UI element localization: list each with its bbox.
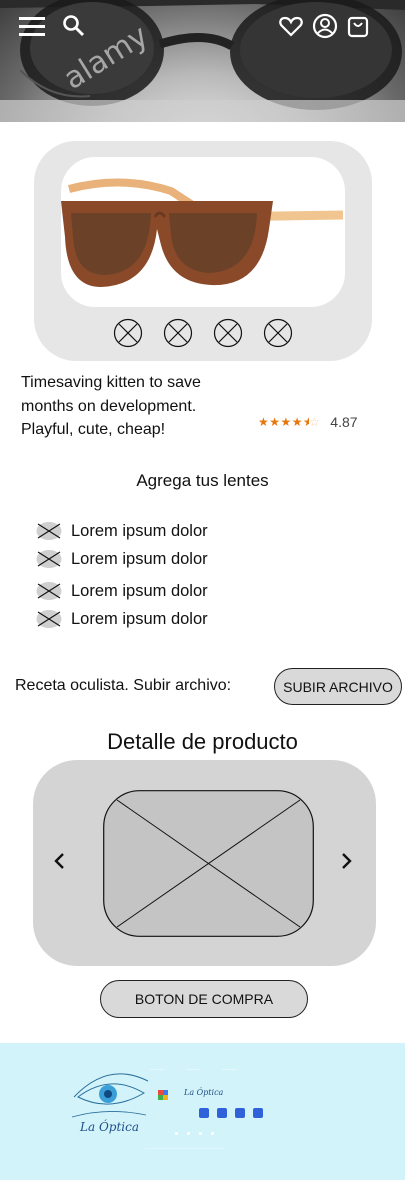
user-circle-icon[interactable] [311,12,339,40]
product-image-card [34,141,372,361]
product-main-image [61,157,345,307]
lens-option-placeholder-icon [36,522,62,540]
rating-value: 4.87 [330,414,358,430]
pagination-dot [211,1132,214,1135]
sunglasses-product-image [61,178,344,287]
footer-brand-name: La Óptica [184,1088,224,1097]
rating-stars-icon: ★★★★★☆ [258,415,321,429]
lens-option-label: Lorem ipsum dolor [71,581,208,600]
footer-link-2[interactable]: ——— [186,1067,201,1073]
prescription-label: Receta oculista. Subir archivo: [15,677,232,694]
lens-option-2[interactable]: Lorem ipsum dolor [36,549,208,569]
product-detail-title: Detalle de producto [107,729,298,754]
lens-option-placeholder-icon [36,550,62,568]
chevron-right-icon[interactable] [337,849,357,873]
pagination-dot [199,1132,202,1135]
search-icon[interactable] [60,12,88,40]
upload-file-button[interactable]: SUBIR ARCHIVO [274,668,402,705]
lens-option-placeholder-icon [36,582,62,600]
product-rating: ★★★★★☆ 4.87 [258,414,358,430]
thumbnail-placeholder-4[interactable] [263,318,293,348]
lens-option-label: Lorem ipsum dolor [71,609,208,628]
lens-option-placeholder-icon [36,610,62,628]
thumbnail-placeholder-3[interactable] [213,318,243,348]
footer-link-3[interactable]: ——— [222,1067,237,1073]
la-optica-logo: La Óptica [71,1073,149,1134]
hero-banner: alamy [0,0,405,122]
svg-text:La Óptica: La Óptica [79,1118,139,1134]
heart-icon[interactable] [277,12,305,40]
footer-link-1[interactable]: ——— [150,1067,165,1073]
lens-option-label: Lorem ipsum dolor [71,549,208,568]
product-detail-carousel [33,760,376,966]
youtube-icon[interactable] [253,1108,263,1118]
thumbnail-placeholder-2[interactable] [163,318,193,348]
pagination-dot [175,1132,178,1135]
copyright-line: ———————————————————— [145,1145,225,1150]
buy-button[interactable]: BOTON DE COMPRA [100,980,308,1018]
lens-option-3[interactable]: Lorem ipsum dolor [36,581,208,601]
app-icon[interactable] [158,1090,168,1100]
shopping-bag-icon[interactable] [344,12,372,40]
lens-option-4[interactable]: Lorem ipsum dolor [36,609,208,629]
google-icon[interactable] [217,1108,227,1118]
pagination-dot [187,1132,190,1135]
top-navigation [0,12,405,42]
chevron-left-icon[interactable] [49,849,69,873]
hamburger-menu-icon[interactable] [18,12,46,40]
lens-section-title: Agrega tus lentes [136,471,269,490]
footer: La Óptica ——— ——— ——— La Óptica ————————… [0,1043,405,1180]
lens-option-1[interactable]: Lorem ipsum dolor [36,521,208,541]
instagram-icon[interactable] [199,1108,209,1118]
carousel-image-placeholder [103,790,314,937]
lens-option-label: Lorem ipsum dolor [71,521,208,540]
twitter-icon[interactable] [235,1108,245,1118]
product-description: Timesaving kitten to save months on deve… [21,374,201,438]
thumbnail-placeholder-1[interactable] [113,318,143,348]
